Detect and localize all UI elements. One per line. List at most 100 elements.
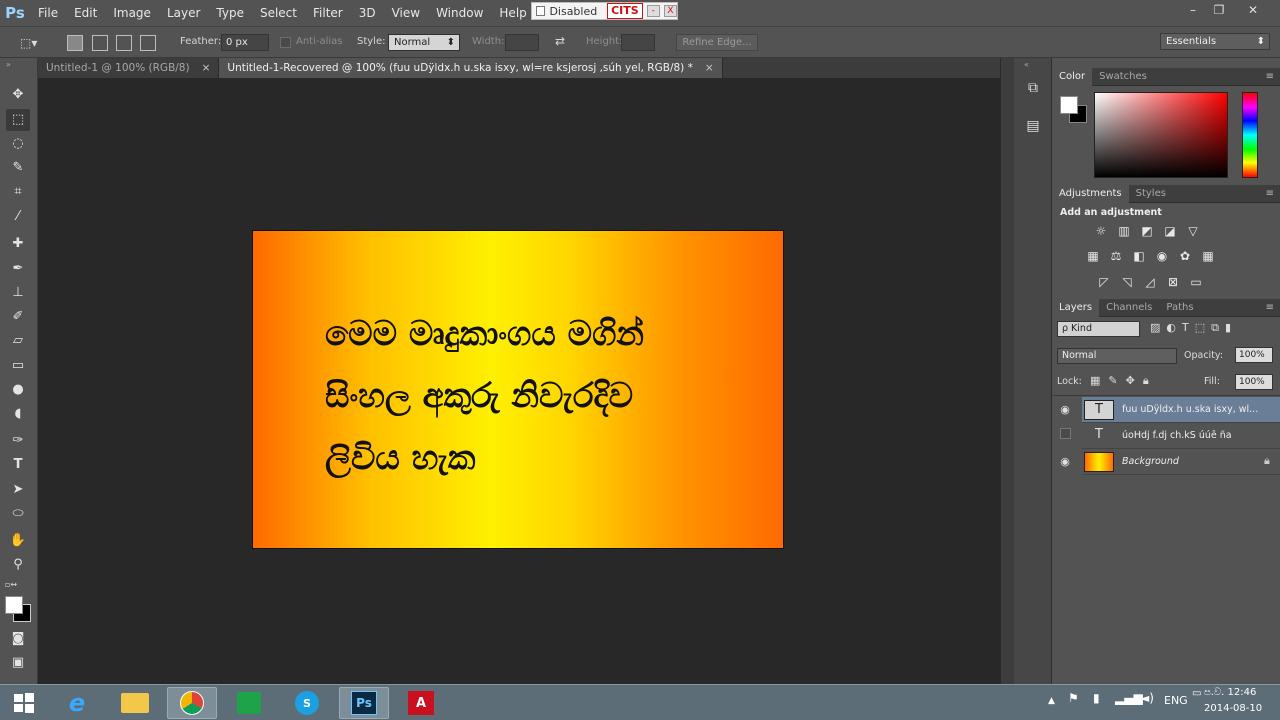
menu-image[interactable]: Image bbox=[105, 0, 159, 26]
marquee-preset-icon[interactable]: ⬚▾ bbox=[20, 34, 46, 52]
default-colors-icon[interactable]: ▫↔ bbox=[5, 580, 17, 589]
quick-select-tool-icon[interactable]: ✎ bbox=[6, 157, 30, 179]
menu-window[interactable]: Window bbox=[428, 0, 491, 26]
tab-swatches[interactable]: Swatches bbox=[1092, 68, 1154, 86]
smart-object-filter-icon[interactable]: ⧉ bbox=[1211, 321, 1219, 335]
panel-menu-icon[interactable]: ≡ bbox=[1266, 188, 1274, 199]
invert-icon[interactable]: ◸ bbox=[1095, 274, 1113, 290]
tab-layers[interactable]: Layers bbox=[1052, 298, 1100, 317]
intersect-selection-icon[interactable] bbox=[140, 35, 156, 51]
network-icon[interactable]: ▂▄▆ bbox=[1115, 691, 1143, 705]
hand-tool-icon[interactable]: ✋ bbox=[6, 530, 30, 552]
subtract-selection-icon[interactable] bbox=[116, 35, 132, 51]
screen-mode-icon[interactable]: ▣ bbox=[6, 652, 30, 674]
hue-saturation-icon[interactable]: ▦ bbox=[1084, 248, 1102, 264]
history-panel-icon[interactable]: ⧉ bbox=[1023, 80, 1043, 102]
workspace-select[interactable]: Essentials ⬍ bbox=[1160, 33, 1270, 50]
posterize-icon[interactable]: ◹ bbox=[1118, 274, 1136, 290]
taskbar-file-explorer[interactable] bbox=[110, 687, 160, 719]
hue-slider[interactable] bbox=[1242, 92, 1258, 178]
lock-image-icon[interactable]: ✎ bbox=[1108, 374, 1117, 388]
new-selection-icon[interactable] bbox=[67, 35, 83, 51]
tray-expand-icon[interactable]: ▲ bbox=[1048, 696, 1055, 706]
menu-3d[interactable]: 3D bbox=[351, 0, 384, 26]
visibility-off-box[interactable] bbox=[1060, 428, 1071, 439]
taskbar-internet-explorer[interactable]: e bbox=[52, 687, 102, 719]
brush-tool-icon[interactable]: ✒ bbox=[6, 258, 30, 280]
taskbar-skype[interactable]: S bbox=[282, 687, 332, 719]
menu-file[interactable]: File bbox=[30, 0, 66, 26]
gradient-tool-icon[interactable]: ▭ bbox=[6, 355, 30, 377]
clock-time[interactable]: ප.ව. 12:46 bbox=[1204, 687, 1256, 698]
add-selection-icon[interactable] bbox=[92, 35, 108, 51]
dodge-tool-icon[interactable]: ◖ bbox=[6, 403, 30, 425]
document-canvas[interactable]: මෙම මෘදුකාංගය මගින් සිංහල අකුරු නිවැරදිව… bbox=[253, 231, 783, 548]
crop-tool-icon[interactable]: ⌗ bbox=[6, 181, 30, 203]
healing-brush-tool-icon[interactable]: ✚ bbox=[6, 233, 30, 255]
layer-kind-filter[interactable]: ρ Kind bbox=[1057, 321, 1140, 337]
lock-all-icon[interactable]: 🔒︎ bbox=[1143, 374, 1149, 388]
visibility-eye-icon[interactable]: ◉ bbox=[1056, 401, 1074, 419]
eyedropper-tool-icon[interactable]: ⁄ bbox=[6, 206, 30, 228]
gradient-map-icon[interactable]: ▭ bbox=[1187, 274, 1205, 290]
type-tool-icon[interactable]: T bbox=[6, 454, 30, 476]
panel-menu-icon[interactable]: ≡ bbox=[1266, 302, 1274, 313]
menu-select[interactable]: Select bbox=[252, 0, 305, 26]
style-select[interactable]: Normal ⬍ bbox=[388, 34, 460, 51]
tab-styles[interactable]: Styles bbox=[1129, 185, 1173, 203]
lock-transparent-icon[interactable]: ▦ bbox=[1090, 374, 1100, 388]
taskbar-chrome[interactable] bbox=[167, 687, 217, 719]
clock-date[interactable]: 2014-08-10 bbox=[1204, 703, 1262, 714]
feather-input[interactable]: 0 px bbox=[221, 34, 269, 51]
menu-help[interactable]: Help bbox=[491, 0, 534, 26]
threshold-icon[interactable]: ◿ bbox=[1141, 274, 1159, 290]
photo-filter-icon[interactable]: ◉ bbox=[1153, 248, 1171, 264]
vibrance-icon[interactable]: ▽ bbox=[1184, 223, 1202, 239]
start-button[interactable] bbox=[0, 687, 48, 719]
quick-mask-icon[interactable]: ◙ bbox=[6, 628, 30, 650]
properties-panel-icon[interactable]: ▤ bbox=[1023, 118, 1043, 140]
height-input[interactable] bbox=[621, 34, 655, 51]
volume-icon[interactable]: ◄) bbox=[1140, 691, 1154, 705]
lasso-tool-icon[interactable]: ◌ bbox=[6, 133, 30, 155]
menu-edit[interactable]: Edit bbox=[66, 0, 105, 26]
filter-toggle-icon[interactable]: ▮ bbox=[1225, 321, 1231, 335]
menu-layer[interactable]: Layer bbox=[159, 0, 208, 26]
zoom-tool-icon[interactable]: ⚲ bbox=[6, 554, 30, 576]
pen-tool-icon[interactable]: ✑ bbox=[6, 430, 30, 452]
keyboard-icon[interactable]: ▭ bbox=[1192, 688, 1201, 699]
blur-tool-icon[interactable]: ● bbox=[6, 379, 30, 401]
exposure-icon[interactable]: ◪ bbox=[1161, 223, 1179, 239]
levels-icon[interactable]: ▥ bbox=[1115, 223, 1133, 239]
layer-row[interactable]: T fuu uDÿldx.h u.ska isxy, wl... bbox=[1082, 397, 1280, 423]
action-center-icon[interactable]: ⚑ bbox=[1068, 691, 1079, 705]
language-indicator[interactable]: ENG bbox=[1164, 694, 1188, 707]
minimize-button[interactable]: – bbox=[1180, 2, 1206, 18]
sinhala-text-layer[interactable]: මෙම මෘදුකාංගය මගින් සිංහල අකුරු නිවැරදිව… bbox=[325, 303, 765, 489]
selective-color-icon[interactable]: ⊠ bbox=[1164, 274, 1182, 290]
close-button[interactable]: ✕ bbox=[1240, 2, 1266, 18]
panel-menu-icon[interactable]: ≡ bbox=[1266, 71, 1274, 82]
black-white-icon[interactable]: ◧ bbox=[1130, 248, 1148, 264]
path-select-tool-icon[interactable]: ➤ bbox=[6, 479, 30, 501]
eraser-tool-icon[interactable]: ▱ bbox=[6, 330, 30, 352]
close-tab-icon[interactable]: × bbox=[202, 58, 211, 78]
blend-mode-select[interactable]: Normal bbox=[1057, 348, 1177, 364]
opacity-input[interactable]: 100% bbox=[1235, 347, 1273, 363]
panel-foreground-swatch[interactable] bbox=[1060, 96, 1078, 114]
cits-minimize-button[interactable]: - bbox=[646, 5, 660, 17]
taskbar-windows-store[interactable] bbox=[224, 687, 274, 719]
canvas-scrollbar[interactable] bbox=[1000, 58, 1014, 684]
visibility-eye-icon[interactable]: ◉ bbox=[1056, 453, 1074, 471]
refine-edge-button[interactable]: Refine Edge... bbox=[676, 34, 758, 51]
foreground-color-swatch[interactable] bbox=[5, 596, 23, 614]
move-tool-icon[interactable]: ✥ bbox=[6, 84, 30, 106]
shape-filter-icon[interactable]: ⬚ bbox=[1195, 321, 1205, 335]
cits-disable-checkbox[interactable] bbox=[536, 6, 546, 16]
marquee-tool-icon[interactable]: ⬚ bbox=[6, 109, 30, 131]
restore-button[interactable]: ❐ bbox=[1206, 2, 1232, 18]
antialias-checkbox[interactable] bbox=[280, 37, 291, 48]
swap-icon[interactable]: ⇄ bbox=[555, 34, 565, 48]
lock-position-icon[interactable]: ✥ bbox=[1126, 374, 1135, 388]
cits-close-button[interactable]: X bbox=[663, 5, 677, 17]
